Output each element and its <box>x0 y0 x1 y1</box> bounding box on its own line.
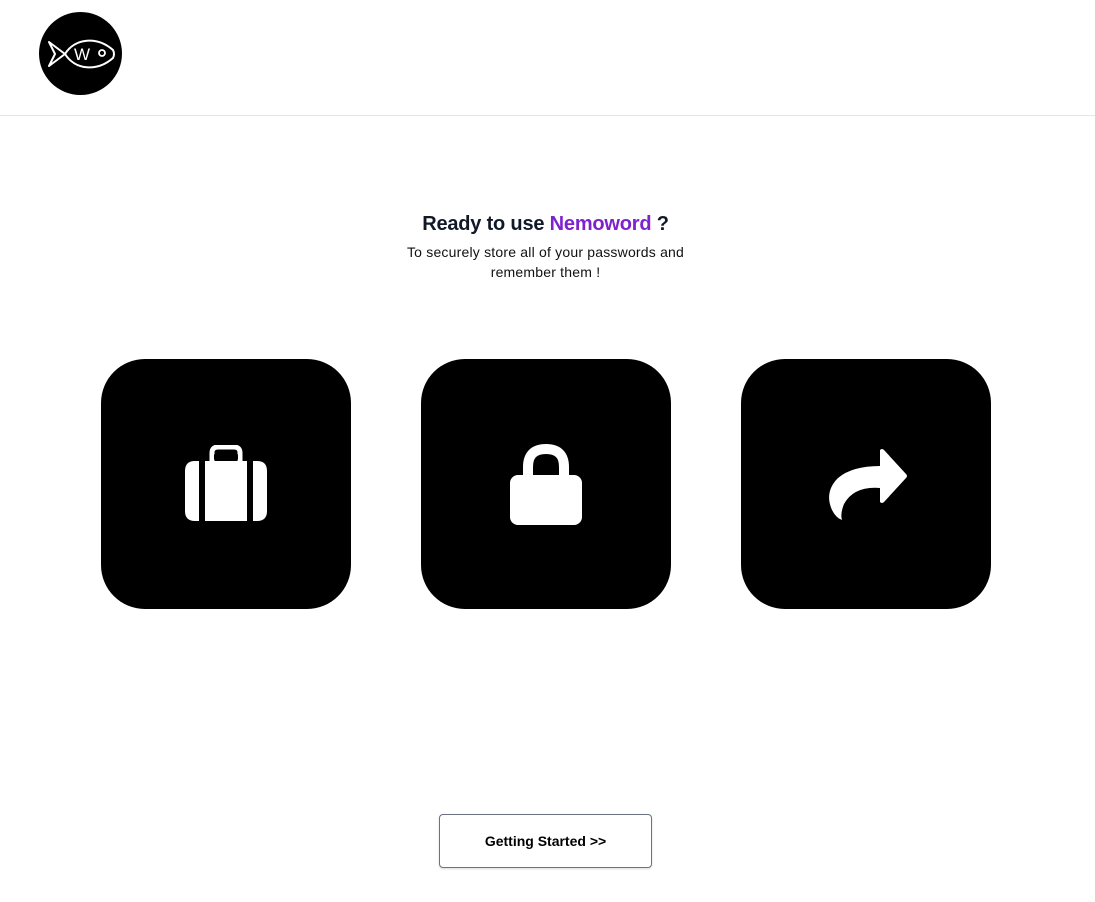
header: W <box>0 0 1095 116</box>
briefcase-icon <box>185 445 267 523</box>
title-prefix: Ready to use <box>422 213 550 235</box>
getting-started-button[interactable]: Getting Started >> <box>439 814 652 868</box>
feature-card-share <box>741 359 991 609</box>
logo[interactable]: W <box>39 12 122 95</box>
intro-section: Ready to use Nemoword ? To securely stor… <box>0 210 1091 282</box>
share-forward-icon <box>824 448 908 520</box>
feature-card-lock <box>421 359 671 609</box>
brand-name: Nemoword <box>549 213 652 235</box>
feature-card-briefcase <box>101 359 351 609</box>
lock-icon <box>510 443 582 525</box>
page-title: Ready to use Nemoword ? <box>0 210 1091 238</box>
fish-w-logo-icon: W <box>47 39 115 68</box>
page-subtitle: To securely store all of your passwords … <box>406 244 685 280</box>
logo-letter: W <box>73 45 89 64</box>
title-suffix: ? <box>651 213 669 235</box>
